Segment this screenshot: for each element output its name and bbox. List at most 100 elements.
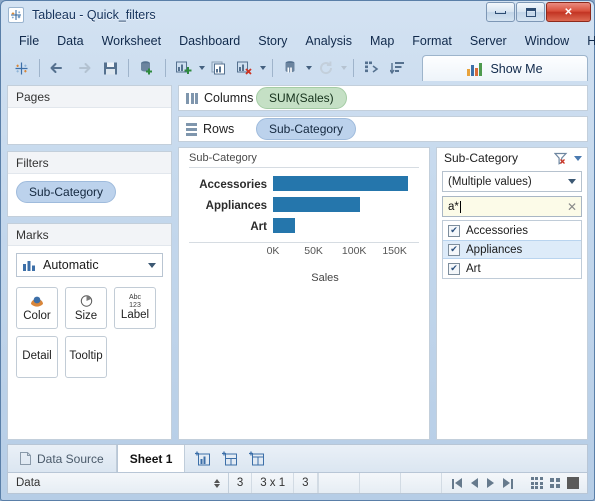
refresh-data-source-button[interactable]	[314, 56, 338, 80]
size-icon	[78, 294, 95, 310]
menu-worksheet[interactable]: Worksheet	[93, 31, 171, 51]
marks-card-body: Automatic Color Size	[8, 246, 171, 385]
rows-shelf[interactable]: Rows Sub-Category	[178, 116, 588, 142]
save-button[interactable]	[98, 56, 122, 80]
label-sample-123: 123	[129, 302, 141, 310]
sort-descending-button[interactable]	[386, 56, 410, 80]
menu-server[interactable]: Server	[461, 31, 516, 51]
new-data-source-button[interactable]	[135, 56, 159, 80]
redo-button[interactable]	[72, 56, 96, 80]
close-button[interactable]: ✕	[546, 2, 591, 22]
minimize-button[interactable]	[486, 2, 515, 22]
clear-sheet-dropdown-icon[interactable]	[260, 66, 266, 70]
viz-pane[interactable]: Sub-Category Accessories Appliances Art	[178, 147, 430, 440]
filter-list-item[interactable]: ✔ Accessories	[443, 221, 581, 240]
menu-format[interactable]: Format	[403, 31, 461, 51]
menu-dashboard[interactable]: Dashboard	[170, 31, 249, 51]
toolbar-separator	[272, 59, 273, 77]
swap-rows-columns-button[interactable]	[360, 56, 384, 80]
rows-pill-sub-category[interactable]: Sub-Category	[256, 118, 356, 140]
marks-label-label: Label	[121, 310, 149, 322]
filter-list-item[interactable]: ✔ Appliances	[443, 240, 581, 259]
checkbox-checked-icon[interactable]: ✔	[448, 225, 460, 237]
quick-filter-value-dropdown[interactable]: (Multiple values)	[442, 171, 582, 192]
tableau-logo-icon	[8, 7, 24, 23]
quick-filter-search-input[interactable]: a* ✕	[442, 196, 582, 217]
menu-window[interactable]: Window	[516, 31, 578, 51]
pages-shelf-drop-area[interactable]	[8, 108, 171, 122]
bar[interactable]	[273, 197, 360, 212]
next-page-button[interactable]	[487, 478, 494, 488]
previous-page-button[interactable]	[471, 478, 478, 488]
tab-sheet-1[interactable]: Sheet 1	[117, 445, 186, 472]
menu-help[interactable]: Help	[578, 31, 595, 51]
filter-pill-sub-category[interactable]: Sub-Category	[16, 181, 116, 203]
text-cursor	[460, 201, 461, 213]
marks-type-dropdown[interactable]: Automatic	[16, 253, 163, 277]
tableau-window: Tableau - Quick_filters ✕ File Data Work…	[0, 0, 595, 501]
maximize-icon	[526, 8, 536, 17]
marks-title: Marks	[8, 224, 171, 246]
columns-pill-sum-sales[interactable]: SUM(Sales)	[256, 87, 347, 109]
chart-bar-row: Art	[189, 216, 419, 237]
menu-analysis[interactable]: Analysis	[296, 31, 361, 51]
duplicate-sheet-button[interactable]	[207, 56, 231, 80]
pause-dropdown-icon[interactable]	[306, 66, 312, 70]
marks-color-button[interactable]: Color	[16, 287, 58, 329]
bar[interactable]	[273, 176, 408, 191]
clear-search-icon[interactable]: ✕	[567, 201, 577, 213]
menu-map[interactable]: Map	[361, 31, 403, 51]
view-grid-medium-icon[interactable]	[550, 478, 560, 488]
last-page-button[interactable]	[503, 477, 513, 489]
chart-row-header-title: Sub-Category	[179, 148, 429, 167]
view-grid-small-icon[interactable]	[531, 477, 543, 489]
undo-button[interactable]	[46, 56, 70, 80]
marks-buttons: Color Size Abc 123 Label	[16, 287, 163, 378]
checkbox-checked-icon[interactable]: ✔	[448, 263, 460, 275]
filter-icon[interactable]	[554, 152, 569, 165]
view-full-icon[interactable]	[567, 477, 579, 489]
columns-shelf[interactable]: Columns SUM(Sales)	[178, 85, 588, 111]
minimize-icon	[495, 11, 506, 14]
x-axis[interactable]: 0K 50K 100K 150K Sales	[189, 243, 419, 273]
new-worksheet-tab-button[interactable]	[195, 451, 212, 466]
checkbox-checked-icon[interactable]: ✔	[448, 244, 460, 256]
menu-story[interactable]: Story	[249, 31, 296, 51]
stepper-icon[interactable]	[214, 479, 220, 488]
filter-list-item[interactable]: ✔ Art	[443, 259, 581, 278]
marks-size-button[interactable]: Size	[65, 287, 107, 329]
marks-tooltip-button[interactable]: Tooltip	[65, 336, 107, 378]
status-data-label: Data	[16, 477, 40, 489]
first-page-button[interactable]	[452, 477, 462, 489]
marks-label-button[interactable]: Abc 123 Label	[114, 287, 156, 329]
view-mode-buttons	[523, 477, 587, 489]
filters-title: Filters	[8, 152, 171, 174]
chart-bar-row: Accessories	[189, 174, 419, 195]
new-story-tab-button[interactable]	[249, 451, 266, 466]
new-worksheet-button[interactable]	[172, 56, 196, 80]
marks-detail-button[interactable]: Detail	[16, 336, 58, 378]
tab-data-source[interactable]: Data Source	[8, 445, 117, 472]
menu-data[interactable]: Data	[48, 31, 92, 51]
toolbar-separator	[353, 59, 354, 77]
quick-filter-body: (Multiple values) a* ✕ ✔ A	[437, 167, 587, 284]
show-me-button[interactable]: Show Me	[422, 55, 588, 81]
marks-type-value: Automatic	[43, 258, 99, 272]
label-icon: Abc 123	[129, 294, 141, 309]
bar[interactable]	[273, 218, 295, 233]
rows-label-text: Rows	[203, 122, 234, 136]
tableau-logo-button[interactable]	[9, 56, 33, 80]
maximize-button[interactable]	[516, 2, 545, 22]
columns-label-text: Columns	[204, 91, 253, 105]
quick-filter-menu-icon[interactable]	[574, 156, 582, 161]
status-cell-empty	[401, 473, 442, 493]
menu-file[interactable]: File	[10, 31, 48, 51]
clear-sheet-button[interactable]	[233, 56, 257, 80]
pause-auto-update-button[interactable]	[279, 56, 303, 80]
new-dashboard-tab-button[interactable]	[222, 451, 239, 466]
filters-shelf-drop-area[interactable]: Sub-Category	[8, 174, 171, 210]
close-icon: ✕	[564, 7, 572, 18]
new-worksheet-dropdown-icon[interactable]	[199, 66, 205, 70]
data-pane-selector[interactable]: Data	[8, 473, 229, 493]
columns-icon	[186, 93, 198, 104]
